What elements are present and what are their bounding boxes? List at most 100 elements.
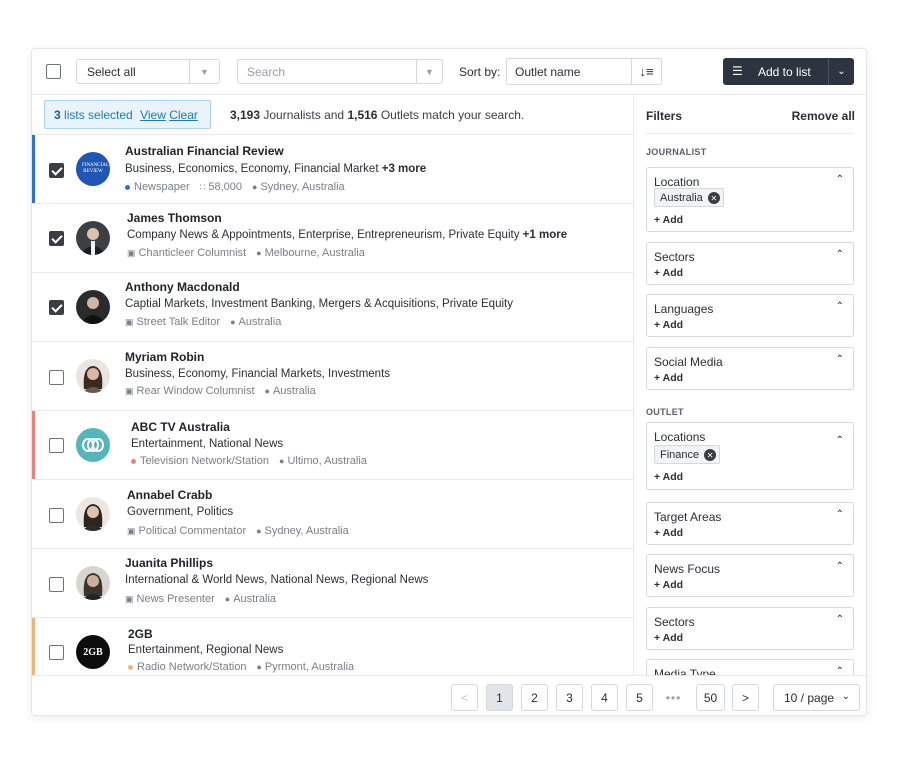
row-checkbox[interactable] — [49, 163, 64, 178]
add-filter-button[interactable]: + Add — [654, 527, 683, 539]
row-name[interactable]: ABC TV Australia — [131, 420, 230, 434]
filter-sectors[interactable]: Sectors ⌃ + Add — [646, 242, 854, 285]
row-checkbox[interactable] — [49, 300, 64, 315]
list-item-outlet[interactable]: 2GB 2GB Entertainment, Regional News Rad… — [32, 618, 633, 675]
view-link[interactable]: View — [140, 108, 166, 122]
media-type-dot — [128, 664, 133, 670]
row-checkbox[interactable] — [49, 231, 64, 246]
row-location: Australia — [238, 316, 282, 328]
row-meta: ▣ Street Talk Editor ● Australia — [125, 316, 281, 328]
clear-link[interactable]: Clear — [169, 108, 198, 122]
filter-outlet-sectors[interactable]: Sectors ⌃ + Add — [646, 607, 854, 650]
pagination-ellipsis[interactable]: ••• — [660, 684, 687, 711]
select-all-dropdown[interactable]: Select all ▼ — [76, 59, 220, 84]
row-name[interactable]: Myriam Robin — [125, 350, 204, 364]
add-filter-button[interactable]: + Add — [654, 267, 683, 279]
next-page-button[interactable]: > — [732, 684, 759, 711]
avatar — [76, 290, 110, 324]
filter-title: Target Areas — [654, 510, 722, 524]
row-name[interactable]: James Thomson — [127, 211, 222, 225]
2gb-logo: 2GB — [76, 635, 110, 669]
chevron-up-icon[interactable]: ⌃ — [836, 174, 844, 185]
chevron-down-icon[interactable]: ⌄ — [828, 58, 854, 85]
sort-select[interactable]: Outlet name ↓≡ — [506, 58, 662, 85]
id-card-icon: ▣ — [125, 317, 134, 327]
page-button-2[interactable]: 2 — [521, 684, 548, 711]
prev-page-button[interactable]: < — [451, 684, 478, 711]
row-name[interactable]: Australian Financial Review — [125, 144, 284, 158]
page-button-4[interactable]: 4 — [591, 684, 618, 711]
filter-title: News Focus — [654, 562, 721, 576]
filter-title: Locations — [654, 430, 706, 444]
chevron-up-icon[interactable]: ⌃ — [836, 509, 844, 520]
page-button-3[interactable]: 3 — [556, 684, 583, 711]
list-item-outlet[interactable]: ABC TV Australia Entertainment, National… — [32, 411, 633, 480]
row-name[interactable]: 2GB — [128, 627, 153, 641]
row-topics: Company News & Appointments, Enterprise,… — [127, 229, 567, 241]
filter-locations[interactable]: Locations ⌃ Finance ✕ + Add — [646, 422, 854, 490]
chevron-up-icon[interactable]: ⌃ — [836, 301, 844, 312]
row-meta: ▣ Chanticleer Columnist ● Melbourne, Austra… — [127, 247, 365, 259]
page-size-select[interactable]: 10 / page ⌄ — [773, 684, 860, 711]
add-filter-button[interactable]: + Add — [654, 632, 683, 644]
lists-selected-badge: 3 lists selected View Clear — [44, 100, 211, 129]
filter-title: Sectors — [654, 615, 695, 629]
chevron-up-icon[interactable]: ⌃ — [836, 435, 844, 446]
chevron-up-icon[interactable]: ⌃ — [836, 666, 844, 675]
list-item-journalist[interactable]: James Thomson Company News & Appointment… — [32, 204, 633, 273]
more-topics[interactable]: +1 more — [523, 229, 567, 241]
chevron-down-icon[interactable]: ▼ — [416, 60, 442, 83]
chevron-up-icon[interactable]: ⌃ — [836, 614, 844, 625]
add-filter-button[interactable]: + Add — [654, 372, 683, 384]
list-item-journalist[interactable]: Juanita Phillips International & World N… — [32, 549, 633, 618]
row-name[interactable]: Anthony Macdonald — [125, 280, 240, 294]
list-item-journalist[interactable]: Myriam Robin Business, Economy, Financia… — [32, 342, 633, 411]
filter-languages[interactable]: Languages ⌃ + Add — [646, 294, 854, 337]
add-filter-button[interactable]: + Add — [654, 579, 683, 591]
add-filter-button[interactable]: + Add — [654, 214, 683, 226]
location-pin-icon: ● — [252, 182, 258, 192]
page-button-5[interactable]: 5 — [626, 684, 653, 711]
page-button-1[interactable]: 1 — [486, 684, 513, 711]
row-checkbox[interactable] — [49, 508, 64, 523]
row-checkbox[interactable] — [49, 577, 64, 592]
chevron-up-icon[interactable]: ⌃ — [836, 561, 844, 572]
list-item-journalist[interactable]: Anthony Macdonald Captial Markets, Inves… — [32, 273, 633, 342]
remove-all-link[interactable]: Remove all — [792, 109, 855, 123]
add-to-list-button[interactable]: ☰ Add to list ⌄ — [723, 58, 854, 85]
add-filter-button[interactable]: + Add — [654, 319, 683, 331]
location-pin-icon: ● — [256, 248, 262, 258]
filter-title: Location — [654, 175, 700, 189]
row-topics: Entertainment, National News — [131, 438, 284, 450]
abc-logo — [76, 428, 110, 462]
list-item-journalist[interactable]: Annabel Crabb Government, Politics ▣ Poli… — [32, 480, 633, 549]
sort-value: Outlet name — [515, 65, 581, 79]
afr-logo: FINANCIAL REVIEW — [76, 152, 110, 186]
filter-news-focus[interactable]: News Focus ⌃ + Add — [646, 554, 854, 597]
master-checkbox[interactable] — [46, 64, 61, 79]
list-item-outlet[interactable]: FINANCIAL REVIEW Australian Financial Re… — [32, 135, 633, 204]
row-name[interactable]: Annabel Crabb — [127, 488, 212, 502]
search-input[interactable]: Search ▼ — [237, 59, 443, 84]
filter-title: Sectors — [654, 250, 695, 264]
filter-target-areas[interactable]: Target Areas ⌃ + Add — [646, 502, 854, 545]
toolbar: Select all ▼ Search ▼ Sort by: Outlet na… — [32, 49, 866, 95]
row-name[interactable]: Juanita Phillips — [125, 556, 213, 570]
more-topics[interactable]: +3 more — [382, 163, 426, 175]
row-checkbox[interactable] — [49, 370, 64, 385]
close-icon[interactable]: ✕ — [704, 449, 717, 461]
row-location: Sydney, Australia — [264, 525, 349, 537]
row-checkbox[interactable] — [49, 438, 64, 453]
page-button-last[interactable]: 50 — [696, 684, 725, 711]
row-checkbox[interactable] — [49, 645, 64, 660]
outlets-label: Outlets match your search. — [380, 108, 525, 122]
close-icon[interactable]: ✕ — [707, 192, 720, 204]
add-filter-button[interactable]: + Add — [654, 471, 683, 483]
filter-social-media[interactable]: Social Media ⌃ + Add — [646, 347, 854, 390]
chevron-up-icon[interactable]: ⌃ — [836, 249, 844, 260]
location-pin-icon: ● — [256, 662, 262, 672]
sort-descending-icon[interactable]: ↓≡ — [631, 59, 661, 84]
filter-media-type[interactable]: Media Type ⌃ — [646, 659, 854, 675]
filter-location[interactable]: Location ⌃ Australia ✕ + Add — [646, 167, 854, 232]
chevron-up-icon[interactable]: ⌃ — [836, 354, 844, 365]
